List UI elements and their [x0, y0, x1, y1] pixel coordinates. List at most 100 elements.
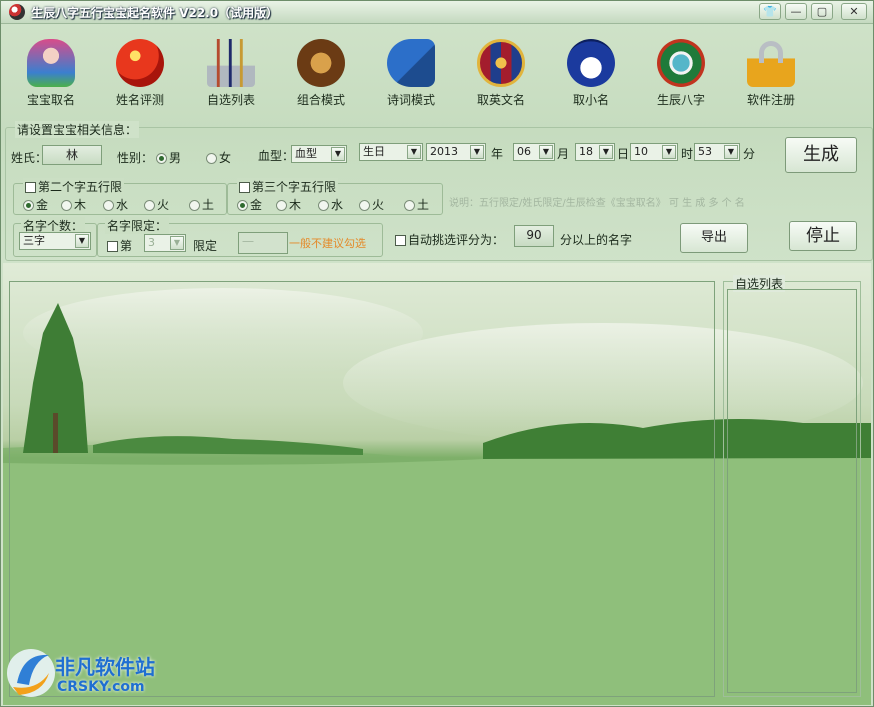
- radio-dot: [156, 153, 167, 164]
- month-unit: 月: [557, 147, 570, 161]
- day-unit: 日: [617, 147, 630, 161]
- element-label: 火: [372, 198, 385, 212]
- limit-char-input[interactable]: 一: [238, 232, 288, 254]
- main-window: 生辰八字五行宝宝起名软件 V22.0（试用版） 👕 — ▢ ✕ 宝宝取名 姓名评…: [0, 0, 874, 707]
- third-element-earth[interactable]: 土: [404, 196, 429, 213]
- toolbar-custom-list[interactable]: 自选列表: [191, 39, 271, 119]
- radio-dot: [23, 200, 34, 211]
- limit-position-select[interactable]: 3 ▼: [144, 234, 186, 252]
- minute-unit: 分: [743, 147, 756, 161]
- minimize-button[interactable]: —: [785, 3, 807, 20]
- custom-list[interactable]: [727, 289, 857, 693]
- gender-label: 性别：: [117, 151, 154, 165]
- month-select[interactable]: 06 ▼: [513, 143, 555, 161]
- chevron-down-icon: ▼: [331, 147, 345, 161]
- brush-pot-icon: [207, 39, 255, 87]
- day-value: 18: [579, 145, 593, 158]
- maximize-button[interactable]: ▢: [811, 3, 833, 20]
- second-element-fire[interactable]: 火: [144, 196, 169, 213]
- second-element-wood[interactable]: 木: [61, 196, 86, 213]
- checkbox-box: [395, 235, 406, 246]
- watermark-brand-cn: 非凡软件站: [55, 655, 155, 679]
- limit-position-prefix: 第: [120, 239, 133, 253]
- date-type-select[interactable]: 生日 ▼: [359, 143, 423, 161]
- third-element-metal[interactable]: 金: [237, 196, 262, 213]
- radio-dot: [103, 200, 114, 211]
- hour-select[interactable]: 10 ▼: [630, 143, 678, 161]
- window-title: 生辰八字五行宝宝起名软件 V22.0（试用版）: [31, 6, 279, 20]
- name-count-select[interactable]: 三字 ▼: [19, 232, 91, 250]
- checkbox-box: [107, 241, 118, 252]
- radio-dot: [189, 200, 200, 211]
- minute-select[interactable]: 53 ▼: [694, 143, 740, 161]
- auto-score-suffix: 分以上的名字: [560, 233, 633, 247]
- baby-doll-icon: [27, 39, 75, 87]
- checkbox-box: [239, 182, 250, 193]
- toolbar-label: 组合模式: [296, 93, 345, 107]
- toolbar-name-evaluation[interactable]: 姓名评测: [100, 39, 180, 119]
- element-label: 火: [157, 198, 170, 212]
- second-char-label: 第二个字五行限: [38, 180, 123, 194]
- radio-dot: [276, 200, 287, 211]
- element-label: 土: [417, 198, 430, 212]
- toolbar-label: 生辰八字: [656, 93, 705, 107]
- toolbar-label: 诗词模式: [386, 93, 435, 107]
- date-type-value: 生日: [363, 145, 385, 158]
- second-element-metal[interactable]: 金: [23, 196, 48, 213]
- toolbar-combination-mode[interactable]: 组合模式: [281, 39, 361, 119]
- bagua-icon: [657, 39, 705, 87]
- radio-dot: [359, 200, 370, 211]
- toolbar: 宝宝取名 姓名评测 自选列表 组合模式 诗词模式 取英文名 取小名 生辰八字 软…: [1, 23, 873, 119]
- gender-female-radio[interactable]: 女: [206, 149, 231, 166]
- gender-female-label: 女: [219, 151, 232, 165]
- limit-position-checkbox[interactable]: 第: [107, 237, 132, 254]
- auto-pick-checkbox[interactable]: 自动挑选评分为：: [395, 231, 504, 248]
- title-bar: 生辰八字五行宝宝起名软件 V22.0（试用版） 👕 — ▢ ✕: [1, 1, 873, 24]
- third-element-water[interactable]: 水: [318, 196, 343, 213]
- second-element-water[interactable]: 水: [103, 196, 128, 213]
- lock-icon: [747, 39, 795, 87]
- auto-score-input[interactable]: 90: [514, 225, 554, 247]
- third-element-wood[interactable]: 木: [276, 196, 301, 213]
- gender-male-radio[interactable]: 男: [156, 149, 181, 166]
- second-element-earth[interactable]: 土: [189, 196, 214, 213]
- chevron-down-icon: ▼: [662, 145, 676, 159]
- year-select[interactable]: 2013 ▼: [426, 143, 486, 161]
- radio-dot: [206, 153, 217, 164]
- settings-section-title: 请设置宝宝相关信息：: [15, 121, 140, 138]
- element-label: 木: [74, 198, 87, 212]
- year-value: 2013: [430, 145, 458, 158]
- radio-dot: [61, 200, 72, 211]
- toolbar-english-name[interactable]: 取英文名: [461, 39, 541, 119]
- blood-type-value: 血型: [295, 147, 317, 160]
- chevron-down-icon: ▼: [170, 236, 184, 250]
- blood-type-select[interactable]: 血型 ▼: [291, 145, 347, 163]
- generate-button[interactable]: 生成: [785, 137, 857, 173]
- chevron-down-icon: ▼: [724, 145, 738, 159]
- toolbar-baby-naming[interactable]: 宝宝取名: [11, 39, 91, 119]
- results-list[interactable]: [9, 281, 715, 697]
- stop-button[interactable]: 停止: [789, 221, 857, 251]
- skin-button[interactable]: 👕: [759, 3, 781, 20]
- day-select[interactable]: 18 ▼: [575, 143, 615, 161]
- toolbar-software-register[interactable]: 软件注册: [731, 39, 811, 119]
- chevron-down-icon: ▼: [470, 145, 484, 159]
- close-button[interactable]: ✕: [841, 3, 867, 20]
- month-value: 06: [517, 145, 531, 158]
- surname-input[interactable]: 林: [42, 145, 102, 165]
- toolbar-birth-bazi[interactable]: 生辰八字: [641, 39, 721, 119]
- third-char-checkbox[interactable]: 第三个字五行限: [237, 178, 339, 195]
- element-label: 水: [331, 198, 344, 212]
- toolbar-label: 软件注册: [746, 93, 795, 107]
- third-element-fire[interactable]: 火: [359, 196, 384, 213]
- toolbar-poetry-mode[interactable]: 诗词模式: [371, 39, 451, 119]
- second-char-checkbox[interactable]: 第二个字五行限: [23, 178, 125, 195]
- lion-icon: [297, 39, 345, 87]
- toolbar-nickname[interactable]: 取小名: [551, 39, 631, 119]
- skin-icon: 👕: [763, 5, 777, 18]
- hour-unit: 时: [681, 147, 694, 161]
- minimize-icon: —: [790, 5, 802, 18]
- minute-value: 53: [698, 145, 712, 158]
- export-button[interactable]: 导出: [680, 223, 748, 253]
- blood-type-label: 血型：: [258, 149, 295, 163]
